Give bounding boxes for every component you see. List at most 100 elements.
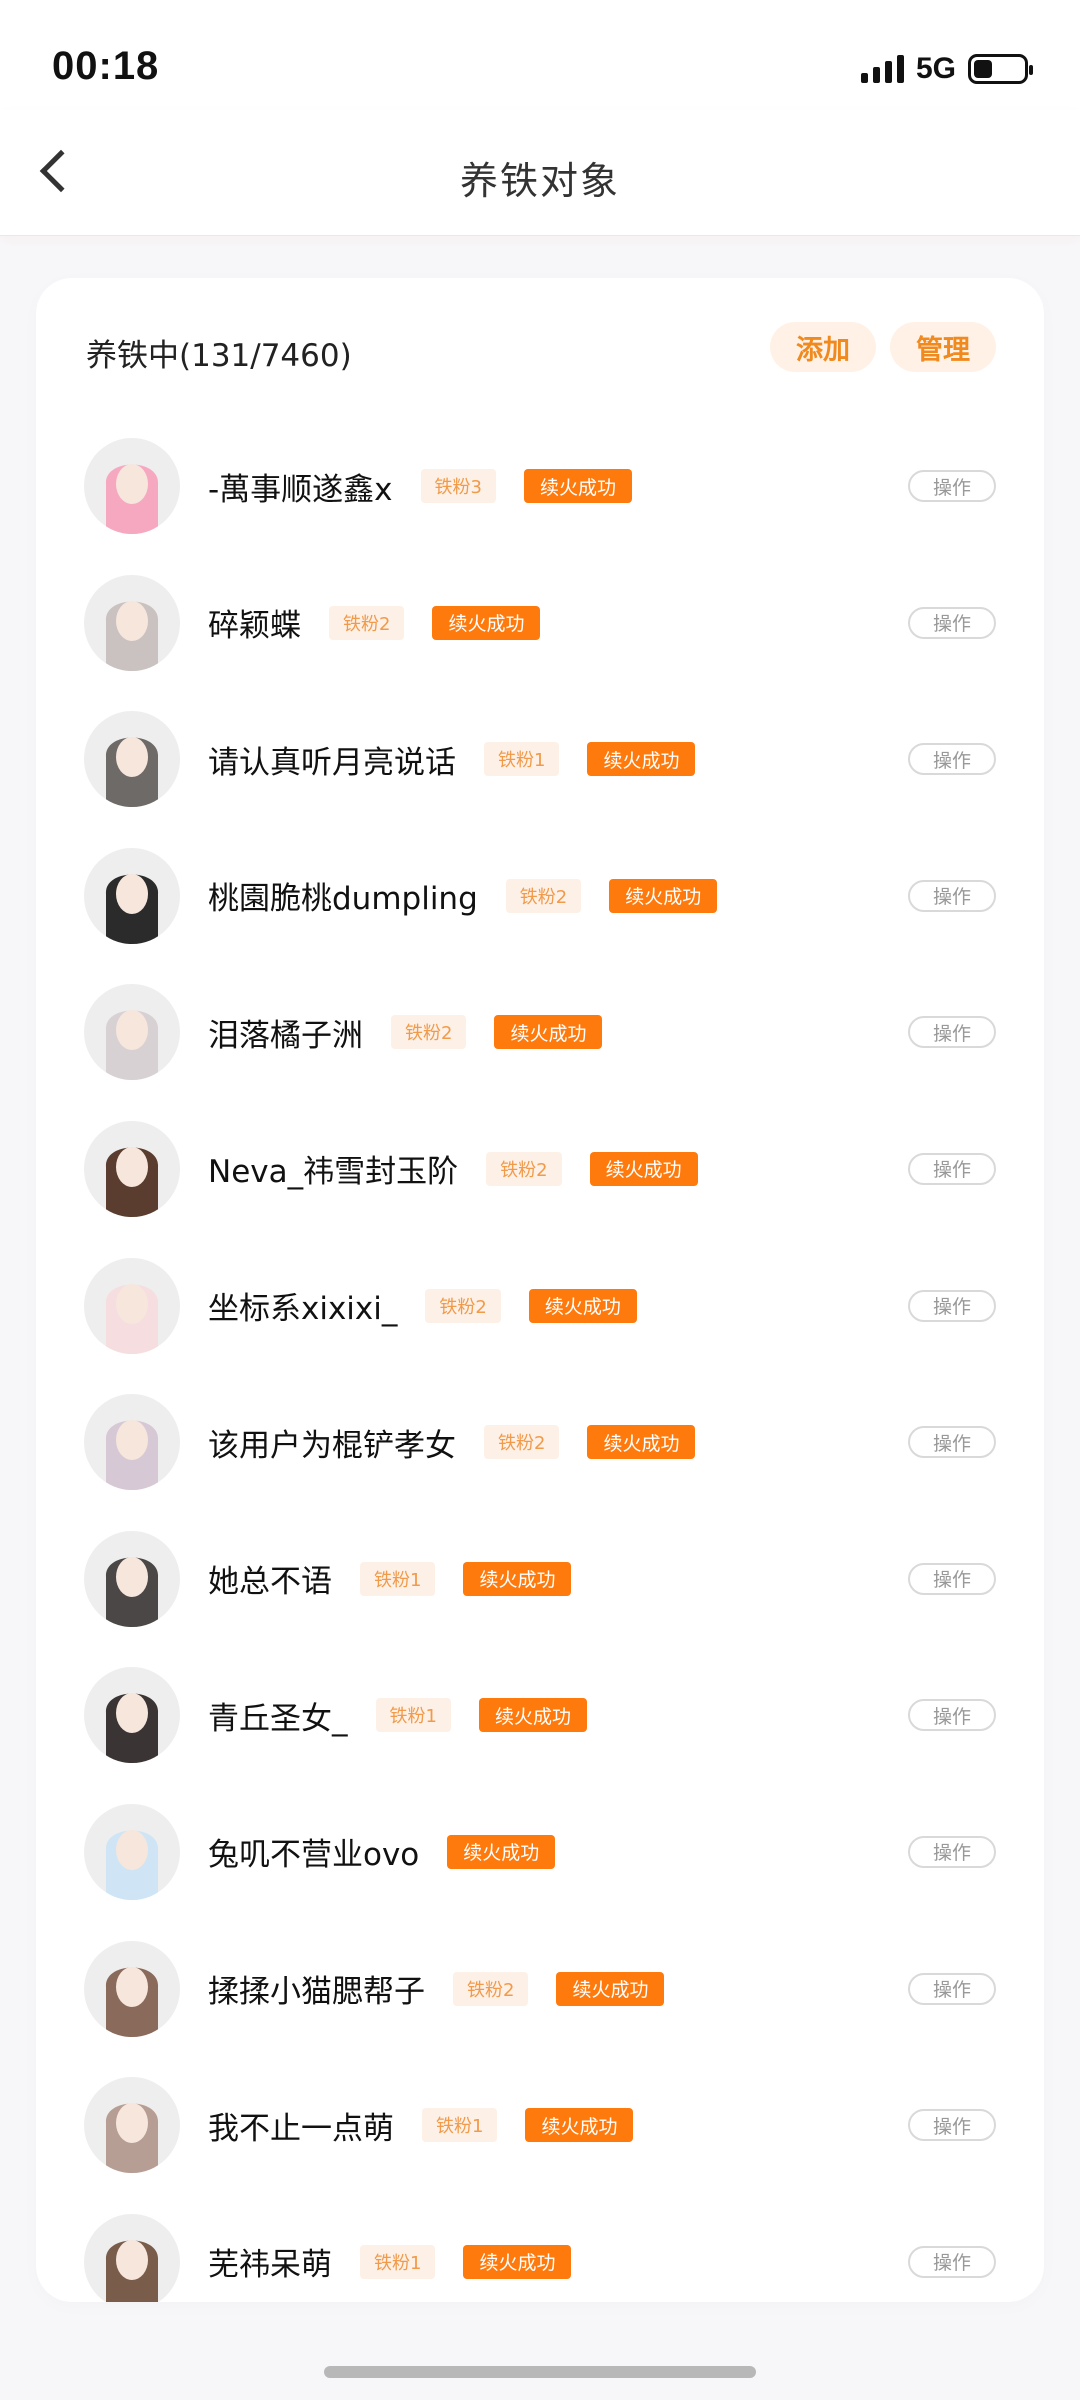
- nickname[interactable]: 青丘圣女_: [208, 1693, 348, 1738]
- avatar[interactable]: [84, 2077, 180, 2174]
- nickname[interactable]: 我不止一点萌: [208, 2103, 394, 2148]
- fan-level-badge: 铁粉2: [486, 1151, 562, 1186]
- nickname[interactable]: 请认真听月亮说话: [208, 737, 456, 782]
- fan-level-badge: 铁粉1: [360, 2244, 436, 2279]
- name-line: 芜祎呆萌 铁粉1 续火成功: [208, 2194, 572, 2302]
- home-indicator[interactable]: [324, 2366, 756, 2378]
- fan-level-badge: 铁粉1: [360, 1561, 436, 1596]
- avatar[interactable]: [84, 1394, 180, 1491]
- card-header: 养铁中(131/7460) 添加 管理: [36, 278, 1044, 418]
- operate-button[interactable]: 操作: [908, 1835, 996, 1868]
- fan-level-badge: 铁粉2: [484, 1425, 560, 1460]
- list-item[interactable]: 泪落橘子洲 铁粉2 续火成功 操作: [36, 964, 1044, 1101]
- avatar[interactable]: [84, 2213, 180, 2302]
- operate-button[interactable]: 操作: [908, 606, 996, 639]
- list-item[interactable]: -萬事顺遂鑫x 铁粉3 续火成功 操作: [36, 418, 1044, 555]
- operate-button[interactable]: 操作: [908, 1152, 996, 1185]
- list-item[interactable]: 芜祎呆萌 铁粉1 续火成功 操作: [36, 2194, 1044, 2302]
- avatar[interactable]: [84, 1257, 180, 1354]
- streak-success-badge: 续火成功: [447, 1834, 556, 1869]
- operate-button[interactable]: 操作: [908, 1972, 996, 2005]
- avatar[interactable]: [84, 711, 180, 808]
- list-item[interactable]: 揉揉小猫腮帮子 铁粉2 续火成功 操作: [36, 1921, 1044, 2058]
- list-item[interactable]: 碎颖蝶 铁粉2 续火成功 操作: [36, 555, 1044, 692]
- name-line: 兔叽不营业ovo 续火成功: [208, 1784, 556, 1920]
- nickname[interactable]: 芜祎呆萌: [208, 2239, 332, 2284]
- operate-button[interactable]: 操作: [908, 1016, 996, 1049]
- add-button[interactable]: 添加: [770, 322, 876, 372]
- avatar[interactable]: [84, 847, 180, 944]
- battery-icon: [968, 54, 1033, 84]
- list-item[interactable]: 青丘圣女_ 铁粉1 续火成功 操作: [36, 1647, 1044, 1784]
- operate-button[interactable]: 操作: [908, 470, 996, 502]
- list-item[interactable]: 该用户为棍铲孝女 铁粉2 续火成功 操作: [36, 1374, 1044, 1511]
- fan-level-badge: 铁粉1: [422, 2108, 498, 2143]
- avatar[interactable]: [84, 984, 180, 1081]
- streak-success-badge: 续火成功: [587, 1425, 696, 1460]
- list-item[interactable]: 请认真听月亮说话 铁粉1 续火成功 操作: [36, 691, 1044, 828]
- streak-success-badge: 续火成功: [528, 1288, 637, 1323]
- nickname[interactable]: 泪落橘子洲: [208, 1010, 363, 1055]
- list-item[interactable]: Neva_祎雪封玉阶 铁粉2 续火成功 操作: [36, 1101, 1044, 1238]
- name-line: 坐标系xixixi_ 铁粉2 续火成功: [208, 1238, 637, 1374]
- operate-button[interactable]: 操作: [908, 2109, 996, 2142]
- nickname[interactable]: 桃園脆桃dumpling: [208, 873, 478, 918]
- list-item[interactable]: 我不止一点萌 铁粉1 续火成功 操作: [36, 2057, 1044, 2194]
- streak-success-badge: 续火成功: [589, 1151, 698, 1186]
- name-line: Neva_祎雪封玉阶 铁粉2 续火成功: [208, 1101, 698, 1237]
- operate-button[interactable]: 操作: [908, 743, 996, 776]
- status-time: 00:18: [52, 44, 160, 88]
- operate-button[interactable]: 操作: [908, 1699, 996, 1732]
- fan-level-badge: 铁粉3: [420, 469, 496, 503]
- card-title: 养铁中(131/7460): [86, 338, 352, 374]
- name-line: 青丘圣女_ 铁粉1 续火成功: [208, 1647, 587, 1783]
- fan-level-badge: 铁粉2: [453, 1971, 529, 2006]
- fan-level-badge: 铁粉2: [425, 1288, 501, 1323]
- avatar[interactable]: [84, 1120, 180, 1217]
- name-line: 她总不语 铁粉1 续火成功: [208, 1511, 572, 1647]
- operate-button[interactable]: 操作: [908, 1289, 996, 1322]
- streak-success-badge: 续火成功: [494, 1015, 603, 1050]
- nickname[interactable]: -萬事顺遂鑫x: [208, 464, 393, 509]
- iron-fans-card: 养铁中(131/7460) 添加 管理 -萬事顺遂鑫x 铁粉3 续火成功 操作 碎颖蝶铁…: [36, 278, 1044, 2302]
- fan-level-badge: 铁粉2: [329, 605, 405, 640]
- nickname[interactable]: 揉揉小猫腮帮子: [208, 1966, 425, 2011]
- avatar[interactable]: [84, 438, 180, 534]
- avatar[interactable]: [84, 1530, 180, 1627]
- avatar[interactable]: [84, 1940, 180, 2037]
- avatar[interactable]: [84, 1667, 180, 1764]
- nickname[interactable]: Neva_祎雪封玉阶: [208, 1146, 458, 1191]
- streak-success-badge: 续火成功: [556, 1971, 665, 2006]
- streak-success-badge: 续火成功: [587, 742, 696, 777]
- list-item[interactable]: 她总不语 铁粉1 续火成功 操作: [36, 1511, 1044, 1648]
- nickname[interactable]: 兔叽不营业ovo: [208, 1829, 419, 1874]
- fan-level-badge: 铁粉1: [375, 1698, 451, 1733]
- fans-list: -萬事顺遂鑫x 铁粉3 续火成功 操作 碎颖蝶 铁粉2 续火成功 操作 请认真听月亮说话 铁粉1 续…: [36, 418, 1044, 2302]
- operate-button[interactable]: 操作: [908, 2245, 996, 2278]
- status-icons: 5G: [860, 52, 1033, 86]
- nickname[interactable]: 碎颖蝶: [208, 600, 301, 645]
- operate-button[interactable]: 操作: [908, 1426, 996, 1459]
- streak-success-badge: 续火成功: [478, 1698, 587, 1733]
- name-line: -萬事顺遂鑫x 铁粉3 续火成功: [208, 418, 632, 554]
- avatar[interactable]: [84, 574, 180, 671]
- fan-level-badge: 铁粉1: [484, 742, 560, 777]
- list-item[interactable]: 坐标系xixixi_ 铁粉2 续火成功 操作: [36, 1238, 1044, 1375]
- streak-success-badge: 续火成功: [609, 878, 718, 913]
- streak-success-badge: 续火成功: [523, 469, 632, 503]
- operate-button[interactable]: 操作: [908, 879, 996, 912]
- nickname[interactable]: 坐标系xixixi_: [208, 1283, 397, 1328]
- manage-button[interactable]: 管理: [890, 322, 996, 372]
- list-item[interactable]: 兔叽不营业ovo 续火成功 操作: [36, 1784, 1044, 1921]
- name-line: 泪落橘子洲 铁粉2 续火成功: [208, 964, 603, 1100]
- list-item[interactable]: 桃園脆桃dumpling 铁粉2 续火成功 操作: [36, 828, 1044, 965]
- nickname[interactable]: 她总不语: [208, 1556, 332, 1601]
- name-line: 该用户为棍铲孝女 铁粉2 续火成功: [208, 1374, 696, 1510]
- fan-level-badge: 铁粉2: [505, 878, 582, 913]
- avatar[interactable]: [84, 1803, 180, 1900]
- nickname[interactable]: 该用户为棍铲孝女: [208, 1420, 456, 1465]
- streak-success-badge: 续火成功: [463, 2244, 572, 2279]
- network-label: 5G: [915, 52, 956, 85]
- operate-button[interactable]: 操作: [908, 1562, 996, 1595]
- name-line: 碎颖蝶 铁粉2 续火成功: [208, 555, 541, 691]
